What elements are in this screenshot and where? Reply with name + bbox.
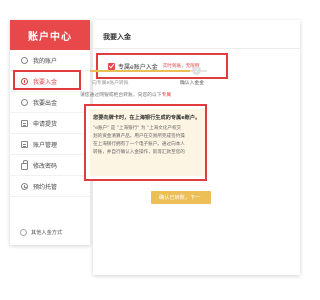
sidebar-item-pickup[interactable]: 申请提货 <box>10 113 90 134</box>
other-method-label: 其他入金方式 <box>31 230 63 236</box>
notice-line-4: 转账，并自行确认入金操作，就等汇款至您的 <box>93 150 185 155</box>
account-icon <box>21 140 28 148</box>
sidebar-item-my-account[interactable]: 我的账户 <box>10 50 90 71</box>
sidebar-item-label: 预约托管 <box>33 183 58 191</box>
notice-box: 您要向牌卡时，在上海银行生成的专属e账户。 "e账户" 是 "上海银行" 为 "… <box>84 104 207 181</box>
confirm-transfer-button[interactable]: 确认已转账，下一 <box>151 191 211 204</box>
active-item-highlight <box>13 70 81 90</box>
step-label-1: 向专属e账户转账 <box>92 81 129 86</box>
step-labels: 向专属e账户转账 确认入金金 <box>92 79 207 87</box>
other-method-option[interactable]: 其他入金方式 <box>20 229 62 236</box>
notice-line-3: 在上海银行拥有了一个电子账户。通过向本人 <box>93 142 185 147</box>
title-divider <box>93 48 300 49</box>
instruction-main: 请您通过网银或柜台转账，向您的以下 <box>80 93 162 98</box>
sidebar-item-label: 修改密码 <box>33 162 58 170</box>
sidebar-item-label: 申请提货 <box>33 120 58 128</box>
sidebar-item-label: 我的账户 <box>33 57 58 65</box>
sidebar-item-account-management[interactable]: 账户管理 <box>10 134 90 155</box>
instruction-text: 请您通过网银或柜台转账，向您的以下专属 <box>80 91 207 98</box>
sidebar-item-change-password[interactable]: 修改密码 <box>10 155 90 176</box>
progress-steps: 2 <box>90 66 207 76</box>
notice-content: 您要向牌卡时，在上海银行生成的专属e账户。 "e账户" 是 "上海银行" 为 "… <box>90 109 205 176</box>
lock-icon <box>21 159 28 170</box>
sidebar-item-label: 账户管理 <box>33 141 58 149</box>
clock-icon <box>21 182 28 190</box>
sidebar-item-label: 我要出金 <box>33 99 58 107</box>
document-icon <box>21 119 28 127</box>
instruction-highlight: 专属 <box>161 93 172 98</box>
step-label-2: 确认入金金 <box>180 81 204 86</box>
withdraw-icon <box>21 98 28 106</box>
sidebar-item-reserve-custody[interactable]: 预约托管 <box>10 176 90 197</box>
notice-title: 您要向牌卡时，在上海银行生成的专属e账户。 <box>93 115 201 121</box>
step-dot-2: 2 <box>192 66 201 75</box>
step-track-active <box>90 70 190 72</box>
sidebar-item-withdraw[interactable]: 我要出金 <box>10 92 90 113</box>
user-icon <box>21 56 28 64</box>
notice-line-1: "e账户" 是 "上海银行" 为 "上海文化产权交 <box>93 126 182 131</box>
sidebar: 账户中心 我的账户 我要入金 我要出金 申请提货 账户管理 修改密码 预约托管 <box>10 20 90 245</box>
page-title: 我要入金 <box>103 33 131 41</box>
other-method-radio[interactable] <box>20 229 27 236</box>
notice-line-2: 划的资金清算产品。用户在交易所完成签约操 <box>93 134 185 139</box>
sidebar-header: 账户中心 <box>10 20 90 50</box>
